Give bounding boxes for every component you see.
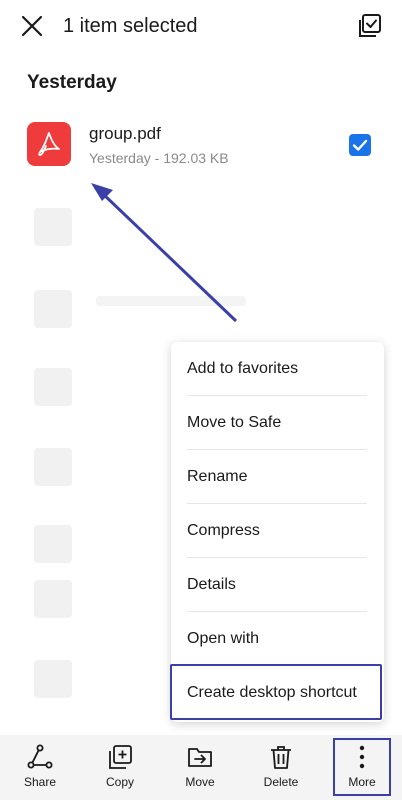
delete-label: Delete xyxy=(263,775,299,789)
share-button[interactable]: Share xyxy=(5,735,75,800)
file-meta: Yesterday - 192.03 KB xyxy=(89,150,229,166)
select-all-icon[interactable] xyxy=(357,13,383,39)
annotation-highlight-box xyxy=(333,738,391,796)
menu-item-details[interactable]: Details xyxy=(187,558,367,612)
share-icon xyxy=(27,744,53,769)
dimmed-item xyxy=(34,448,72,486)
dimmed-item xyxy=(34,368,72,406)
copy-icon xyxy=(109,745,132,769)
check-icon xyxy=(352,139,368,151)
menu-item-move-to-safe[interactable]: Move to Safe xyxy=(187,396,367,450)
top-bar: 1 item selected xyxy=(0,0,402,54)
dimmed-item xyxy=(34,580,72,618)
page-title: 1 item selected xyxy=(63,15,198,37)
move-icon xyxy=(188,748,212,767)
file-row[interactable]: group.pdf Yesterday - 192.03 KB xyxy=(0,112,402,180)
menu-item-rename[interactable]: Rename xyxy=(187,450,367,504)
dimmed-item xyxy=(34,290,72,328)
copy-button[interactable]: Copy xyxy=(85,735,155,800)
menu-item-add-to-favorites[interactable]: Add to favorites xyxy=(187,342,367,396)
section-header: Yesterday xyxy=(27,72,117,93)
copy-label: Copy xyxy=(105,775,134,789)
delete-icon xyxy=(271,746,291,769)
move-label: Move xyxy=(185,775,215,789)
dimmed-item xyxy=(34,525,72,563)
checkbox-checked[interactable] xyxy=(349,134,371,156)
menu-item-open-with[interactable]: Open with xyxy=(187,612,367,666)
move-button[interactable]: Move xyxy=(165,735,235,800)
close-icon[interactable] xyxy=(20,14,44,38)
dimmed-item xyxy=(34,208,72,246)
share-label: Share xyxy=(23,775,57,789)
delete-button[interactable]: Delete xyxy=(246,735,316,800)
dimmed-item xyxy=(34,660,72,698)
dimmed-line xyxy=(96,296,246,306)
menu-item-compress[interactable]: Compress xyxy=(187,504,367,558)
annotation-highlight-box xyxy=(170,664,382,720)
file-name: group.pdf xyxy=(89,124,161,143)
pdf-icon xyxy=(27,122,71,166)
